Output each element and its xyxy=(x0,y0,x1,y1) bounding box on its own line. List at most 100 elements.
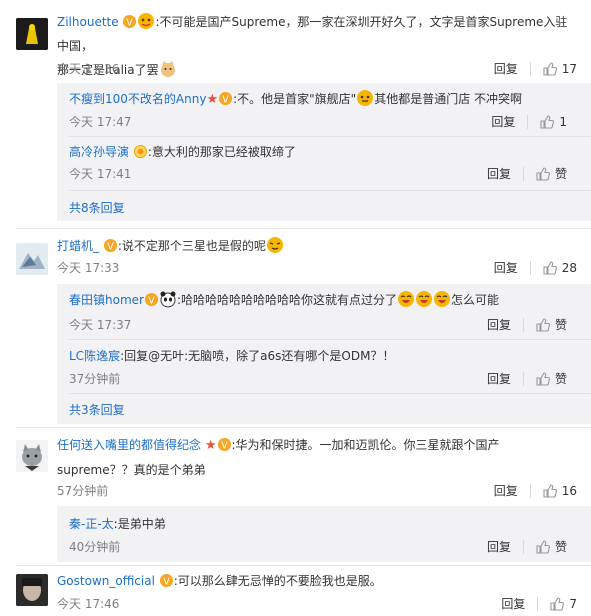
thumbs-up-icon xyxy=(550,597,565,611)
reply-username[interactable]: 秦-正-太 xyxy=(69,517,114,531)
like-button[interactable]: 1 xyxy=(540,112,567,132)
reply-button[interactable]: 回复 xyxy=(494,59,518,79)
comment-body: :说不定那个三星也是假的呢 xyxy=(117,239,266,253)
reply-time: 今天 17:37 xyxy=(69,318,132,332)
comment-username[interactable]: Gostown_official xyxy=(57,574,155,588)
comment-body: :可以那么肆无忌惮的不要脸我也是服。 xyxy=(173,574,382,588)
reply-username[interactable]: 春田镇homer xyxy=(69,293,144,307)
reply-body: :哈哈哈哈哈哈哈哈哈哈你这就有点过分了 xyxy=(176,293,398,307)
reply-button[interactable]: 回复 xyxy=(487,315,511,335)
divider xyxy=(527,115,529,129)
reply-body: :意大利的那家已经被取缔了 xyxy=(147,145,296,159)
reply-list: 春田镇homer V :哈哈哈哈哈哈哈哈哈哈你这就有点过分了 怎么可能 今天 17:3… xyxy=(57,284,591,424)
thumbs-up-icon xyxy=(536,372,550,386)
thumbs-up-icon xyxy=(543,261,557,275)
comment-item: Zilhouette V:不可能是国产Supreme，那一家在深圳开好久了，文字… xyxy=(0,0,591,221)
divider xyxy=(69,393,591,394)
reply-body: :不。他是首家"旗舰店" xyxy=(233,92,357,106)
like-count: 7 xyxy=(569,597,577,611)
svg-text:V: V xyxy=(221,440,228,451)
reply-item: 不瘦到100不改名的Anny★ V:不。他是首家"旗舰店" 其他都是普通门店 不冲突… xyxy=(57,83,591,135)
reply-time: 今天 17:41 xyxy=(69,167,132,181)
divider xyxy=(69,190,591,191)
divider xyxy=(529,261,531,275)
like-button[interactable]: 赞 xyxy=(536,537,567,557)
reply-username[interactable]: 不瘦到100不改名的Anny xyxy=(69,92,206,106)
laugh-emoji-icon xyxy=(415,291,433,307)
comment-time: 57分钟前 xyxy=(57,484,109,498)
svg-text:V: V xyxy=(107,241,114,252)
avatar[interactable] xyxy=(16,440,48,472)
reply-button[interactable]: 回复 xyxy=(494,481,518,501)
svg-text:V: V xyxy=(148,295,155,306)
reply-button[interactable]: 回复 xyxy=(501,594,525,614)
like-button[interactable]: 28 xyxy=(543,258,577,278)
divider xyxy=(529,484,531,498)
emoji-icon xyxy=(266,237,284,253)
like-count: 1 xyxy=(559,115,567,129)
avatar[interactable] xyxy=(16,574,48,606)
reply-button[interactable]: 回复 xyxy=(491,112,515,132)
comment-text: 打蜡机_ V:说不定那个三星也是假的呢 xyxy=(57,234,573,258)
reply-item: 高冷孙导演 :意大利的那家已经被取缔了 今天 17:41 回复 赞 xyxy=(57,137,591,189)
like-button[interactable]: 7 xyxy=(550,594,577,614)
thumbs-up-icon xyxy=(536,167,550,181)
comment-meta: 57分钟前 回复 16 xyxy=(57,481,579,501)
divider xyxy=(522,167,524,181)
comment-body: :华为和保时捷。一加和迈凯伦。你三星就跟个国产 xyxy=(231,438,500,452)
avatar[interactable] xyxy=(16,18,48,50)
divider xyxy=(537,597,539,611)
comment-username[interactable]: 任何送入嘴里的都值得纪念 xyxy=(57,438,201,452)
reply-list: 秦-正-太:是弟中弟 40分钟前 回复 赞 xyxy=(57,506,591,562)
divider xyxy=(522,318,524,332)
reply-username[interactable]: 高冷孙导演 xyxy=(69,145,129,159)
show-more-replies-link[interactable]: 共3条回复 xyxy=(69,400,125,420)
reply-button[interactable]: 回复 xyxy=(487,164,511,184)
svg-text:V: V xyxy=(127,17,134,28)
verified-badge-icon: V xyxy=(217,437,232,452)
reply-username[interactable]: LC陈逸宸 xyxy=(69,349,120,363)
comment-username[interactable]: 打蜡机_ xyxy=(57,239,99,253)
like-button[interactable]: 赞 xyxy=(536,369,567,389)
verified-badge-icon: V xyxy=(103,238,118,253)
like-button[interactable]: 16 xyxy=(543,481,577,501)
reply-body-after: 怎么可能 xyxy=(451,293,500,307)
like-count: 赞 xyxy=(554,540,567,554)
thumbs-up-icon xyxy=(536,540,550,554)
reply-body-after: 其他都是普通门店 不冲突啊 xyxy=(374,92,523,106)
thumbs-up-icon xyxy=(540,115,555,129)
comment-username[interactable]: Zilhouette xyxy=(57,15,119,29)
avatar[interactable] xyxy=(16,243,48,275)
comment-item: 打蜡机_ V:说不定那个三星也是假的呢 今天 17:33 回复 28 春田镇ho… xyxy=(0,229,591,429)
reply-button[interactable]: 回复 xyxy=(494,258,518,278)
reply-time: 今天 17:47 xyxy=(69,115,132,129)
like-count: 28 xyxy=(561,261,577,275)
svg-text:V: V xyxy=(222,94,229,105)
like-button[interactable]: 赞 xyxy=(536,164,567,184)
laugh-emoji-icon xyxy=(397,291,415,307)
comment-text: Gostown_official V:可以那么肆无忌惮的不要脸我也是服。 xyxy=(57,569,573,593)
star-icon: ★ xyxy=(204,438,217,453)
reply-list: 不瘦到100不改名的Anny★ V:不。他是首家"旗舰店" 其他都是普通门店 不冲突… xyxy=(57,83,591,221)
emoji-icon xyxy=(356,90,374,106)
reply-item: 春田镇homer V :哈哈哈哈哈哈哈哈哈哈你这就有点过分了 怎么可能 今天 17:3… xyxy=(57,284,591,338)
comment-time: 今天 17:46 xyxy=(57,597,120,611)
show-more-replies-link[interactable]: 共8条回复 xyxy=(69,198,125,218)
laugh-emoji-icon xyxy=(433,291,451,307)
comment-item: 任何送入嘴里的都值得纪念 ★ V:华为和保时捷。一加和迈凯伦。你三星就跟个国产 s… xyxy=(0,428,591,563)
like-count: 17 xyxy=(561,62,577,76)
like-count: 赞 xyxy=(554,318,567,332)
reply-button[interactable]: 回复 xyxy=(487,537,511,557)
like-count: 赞 xyxy=(554,167,567,181)
sun-badge-icon xyxy=(133,144,148,159)
emoji-icon xyxy=(137,13,155,29)
divider xyxy=(522,540,524,554)
like-button[interactable]: 17 xyxy=(543,59,577,79)
comment-item: Gostown_official V:可以那么肆无忌惮的不要脸我也是服。 今天 … xyxy=(0,566,591,616)
reply-body: :回复@无叶:无脑喷，除了a6s还有哪个是ODM？！ xyxy=(120,349,395,363)
comment-body-line2: supreme？？真的是个弟弟 xyxy=(57,463,206,477)
like-button[interactable]: 赞 xyxy=(536,315,567,335)
verified-badge-icon: V xyxy=(122,14,137,29)
comment-time: 今天 17:33 xyxy=(57,261,120,275)
reply-button[interactable]: 回复 xyxy=(487,369,511,389)
